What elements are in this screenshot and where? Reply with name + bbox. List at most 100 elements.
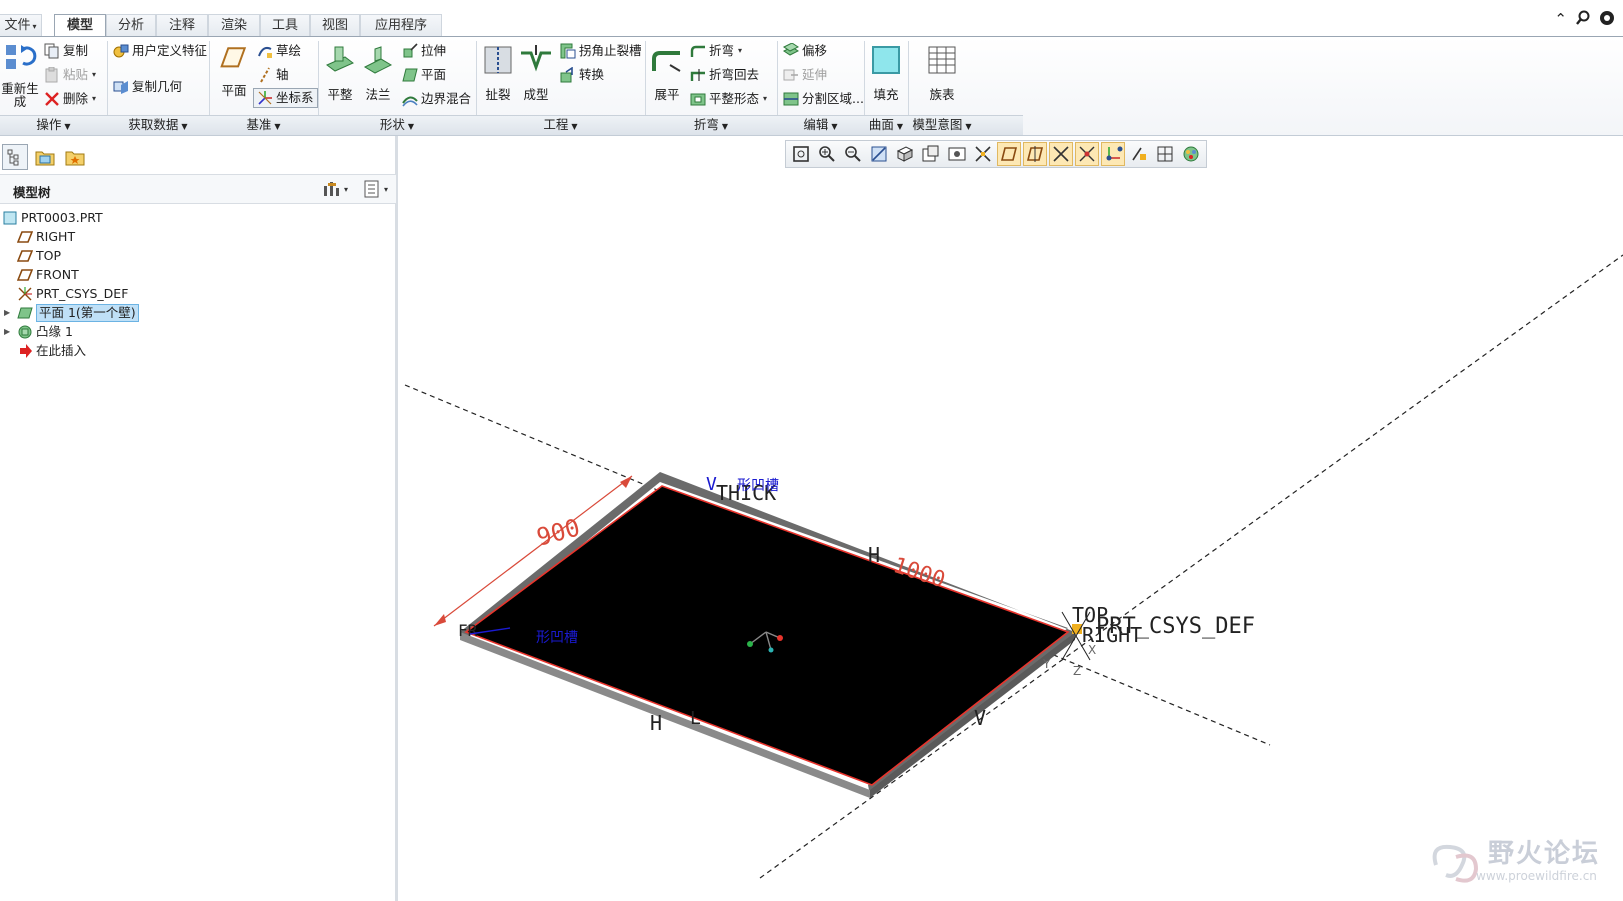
tree-item-part[interactable]: PRT0003.PRT <box>2 208 103 227</box>
group-get-data[interactable]: 获取数据 ▼ <box>107 117 209 133</box>
family-table-button[interactable]: 族表 <box>920 43 964 103</box>
model-tree-header: 模型树 ▾ ▾ <box>0 174 396 204</box>
fill-label: 填充 <box>873 87 899 102</box>
unbend-button[interactable]: 展平 <box>645 43 689 103</box>
ribbon: 重新生成 复制 粘贴 ▾ 删除 ▾ 用户定义特征 复制几何 平面 草绘 轴 坐标系 <box>0 36 1623 136</box>
tab-file[interactable]: 文件 ▾ <box>0 14 42 36</box>
fill-icon <box>872 46 900 74</box>
unbend-icon <box>652 51 681 72</box>
boundary-blend-button[interactable]: 边界混合 <box>402 89 471 109</box>
tree-item-top-plane[interactable]: TOP <box>17 246 61 265</box>
unbend-label: 展平 <box>654 87 680 102</box>
flat-pattern-button[interactable]: 平整形态 ▾ <box>690 89 767 109</box>
graphics-window[interactable]: 900 1000 V THICK 形凹槽 H FR 形凹槽 H L V TOP … <box>398 136 1623 901</box>
datum-plane-label: 平面 <box>221 83 247 98</box>
tab-tools[interactable]: 工具 <box>260 14 310 36</box>
tree-settings-icon <box>323 182 339 196</box>
tree-item-front-plane[interactable]: FRONT <box>17 265 79 284</box>
extrude-button[interactable]: 拉伸 <box>402 41 446 61</box>
corner-relief-button[interactable]: 拐角止裂槽 <box>560 41 642 61</box>
split-area-icon <box>783 92 799 106</box>
group-editing[interactable]: 编辑 ▼ <box>777 117 864 133</box>
form-button[interactable]: 成型 <box>514 43 558 103</box>
plane-surface-icon <box>402 68 418 82</box>
copy-button[interactable]: 复制 <box>44 41 88 61</box>
sketch-button[interactable]: 草绘 <box>257 41 301 61</box>
tree-item-flat-wall[interactable]: ▶ 平面 1(第一个壁) <box>4 303 139 322</box>
tree-item-csys[interactable]: PRT_CSYS_DEF <box>17 284 128 303</box>
watermark-logo-icon <box>1432 844 1479 883</box>
dimension-arrow <box>620 476 632 488</box>
flange-button[interactable]: 法兰 <box>356 43 400 103</box>
tab-view[interactable]: 视图 <box>310 14 360 36</box>
convert-button[interactable]: 转换 <box>560 65 604 85</box>
bend-icon <box>690 45 705 57</box>
csys-icon <box>18 286 32 300</box>
user-defined-feature-button[interactable]: 用户定义特征 <box>113 41 207 61</box>
help-icon[interactable] <box>1599 10 1615 30</box>
viewport-label-v-bottom: V <box>974 706 986 730</box>
bend-back-button[interactable]: 折弯回去 <box>690 65 759 85</box>
bend-back-icon <box>690 69 705 81</box>
flat-wall-icon <box>326 46 354 72</box>
viewport-label-l-bottom: L <box>690 708 701 729</box>
tree-item-flange[interactable]: ▶ 凸缘 1 <box>4 322 73 341</box>
tab-analysis[interactable]: 分析 <box>106 14 156 36</box>
delete-x-icon <box>45 92 59 106</box>
tree-settings-button[interactable]: ▾ <box>322 180 348 198</box>
tree-item-right-plane[interactable]: RIGHT <box>17 227 75 246</box>
group-surfaces[interactable]: 曲面 ▼ <box>864 117 908 133</box>
search-icon[interactable] <box>1575 10 1591 30</box>
copy-geometry-button[interactable]: 复制几何 <box>113 77 182 97</box>
expand-arrow-icon[interactable]: ▶ <box>4 322 14 341</box>
axis-button[interactable]: 轴 <box>257 65 289 85</box>
csys-point <box>768 647 774 653</box>
folder-icon <box>35 151 55 166</box>
datum-plane-button[interactable]: 平面 <box>212 45 256 99</box>
copy-icon <box>44 43 59 59</box>
model-viewport[interactable]: 900 1000 V THICK 形凹槽 H FR 形凹槽 H L V TOP … <box>398 136 1623 901</box>
tree-show-button[interactable]: ▾ <box>364 180 388 198</box>
favorites-tab[interactable] <box>62 144 88 170</box>
group-bends[interactable]: 折弯 ▼ <box>645 117 777 133</box>
group-datum[interactable]: 基准 ▼ <box>209 117 318 133</box>
csys-point <box>777 635 783 641</box>
regenerate-button[interactable]: 重新生成 <box>0 41 40 108</box>
watermark-title: 野火论坛 <box>1488 839 1601 869</box>
flange-icon <box>18 325 32 338</box>
form-label: 成型 <box>523 87 549 102</box>
extend-button[interactable]: 延伸 <box>783 65 827 85</box>
folder-browser-tab[interactable] <box>32 144 58 170</box>
paste-button[interactable]: 粘贴 ▾ <box>44 65 96 85</box>
tab-applications[interactable]: 应用程序 <box>360 14 442 36</box>
paste-icon <box>45 67 58 83</box>
ribbon-tab-bar: 文件 ▾ 模型 分析 注释 渲染 工具 视图 应用程序 ⌃ <box>0 0 1623 37</box>
group-operations[interactable]: 操作 ▼ <box>0 117 107 133</box>
dimension-arrow <box>434 614 446 626</box>
udf-icon <box>113 44 129 58</box>
split-area-button[interactable]: 分割区域... <box>783 89 864 109</box>
group-model-intent[interactable]: 模型意图 ▼ <box>908 117 976 133</box>
fill-button[interactable]: 填充 <box>864 43 908 103</box>
plane-surface-button[interactable]: 平面 <box>402 65 446 85</box>
tab-annotate[interactable]: 注释 <box>156 14 208 36</box>
expand-arrow-icon[interactable]: ▶ <box>4 303 14 322</box>
rip-icon <box>484 46 512 74</box>
csys-point <box>747 641 753 647</box>
tab-render[interactable]: 渲染 <box>208 14 260 36</box>
model-tree-tab[interactable] <box>2 144 28 170</box>
group-shapes[interactable]: 形状 ▼ <box>318 117 476 133</box>
datum-plane-icon <box>17 249 33 262</box>
delete-button[interactable]: 删除 ▾ <box>44 89 96 109</box>
regenerate-icon <box>6 45 37 69</box>
tree-item-insert-here[interactable]: 在此插入 <box>17 341 86 360</box>
bend-button[interactable]: 折弯 ▾ <box>690 41 742 61</box>
datum-plane-edge <box>759 254 1623 879</box>
tab-model[interactable]: 模型 <box>54 14 106 37</box>
csys-icon <box>258 91 272 105</box>
viewport-label-h-bottom: H <box>650 711 662 735</box>
coordinate-system-button[interactable]: 坐标系 <box>253 88 318 108</box>
offset-button[interactable]: 偏移 <box>783 41 827 61</box>
group-engineering[interactable]: 工程 ▼ <box>476 117 645 133</box>
collapse-ribbon-icon[interactable]: ⌃ <box>1554 10 1567 30</box>
